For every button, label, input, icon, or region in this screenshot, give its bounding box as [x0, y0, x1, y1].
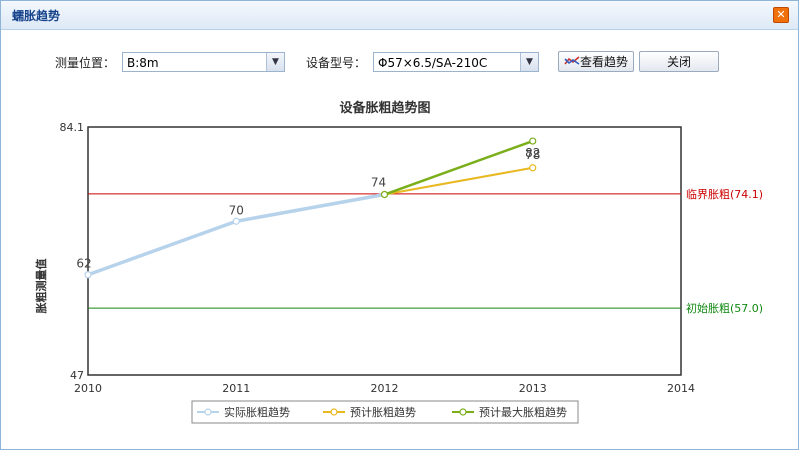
legend-point: [204, 408, 212, 416]
y-tick-label: 47: [70, 369, 84, 382]
y-tick-label: 84.1: [60, 121, 85, 134]
reference-line-label: 临界胀粗(74.1): [686, 187, 763, 201]
window-title: 蠕胀趋势: [12, 9, 61, 23]
trend-chart: 设备胀粗趋势图 胀粗测量值 84.1 472010 2011 2012 2013 2014…: [34, 100, 763, 424]
data-label: 74: [371, 176, 386, 190]
legend-items: 实际胀粗趋势 预计胀粗趋势 预计最大胀粗趋势: [197, 405, 567, 419]
trend-icon: [564, 56, 580, 65]
location-label: 测量位置：: [55, 56, 116, 70]
chevron-down-icon[interactable]: ▼: [520, 53, 538, 71]
close-icon[interactable]: ✕: [773, 7, 789, 23]
trend-dialog: 蠕胀趋势 ✕ 测量位置： B:8m ▼ 设备型号： Φ57×6.5/SA-210…: [0, 0, 799, 450]
data-label: 82: [525, 146, 540, 160]
legend-point: [459, 408, 467, 416]
x-tick-label: 2014: [667, 382, 695, 395]
legend-label: 预计胀粗趋势: [350, 406, 416, 419]
plot-area: [87, 126, 682, 376]
x-tick-label: 2010: [74, 382, 102, 395]
data-point: [529, 137, 537, 145]
view-trend-label: 查看趋势: [579, 55, 628, 69]
model-select[interactable]: Φ57×6.5/SA-210C ▼: [373, 52, 539, 72]
x-tick-label: 2012: [371, 382, 399, 395]
legend-label: 预计最大胀粗趋势: [479, 405, 567, 419]
close-button-label: 关闭: [666, 55, 691, 69]
x-tick-label: 2011: [222, 382, 250, 395]
data-point: [529, 164, 537, 172]
model-label: 设备型号：: [306, 56, 367, 70]
chart-title: 设备胀粗趋势图: [339, 100, 430, 116]
legend: 实际胀粗趋势 预计胀粗趋势 预计最大胀粗趋势: [191, 400, 579, 424]
title-bar[interactable]: 蠕胀趋势 ✕: [1, 1, 798, 30]
view-trend-button[interactable]: 查看趋势: [558, 51, 634, 72]
legend-point: [330, 408, 338, 416]
x-tick-label: 2013: [519, 382, 547, 395]
data-point: [232, 217, 240, 225]
data-point: [84, 271, 92, 279]
data-label: 70: [229, 203, 244, 217]
location-select[interactable]: B:8m ▼: [122, 52, 285, 72]
y-axis-label: 胀粗测量值: [34, 259, 48, 314]
reference-line-label: 初始胀粗(57.0): [686, 301, 763, 315]
chevron-down-icon[interactable]: ▼: [266, 53, 284, 71]
location-value: B:8m: [127, 56, 159, 70]
legend-label: 实际胀粗趋势: [224, 405, 290, 419]
data-label: 62: [76, 257, 91, 271]
data-point: [380, 190, 389, 199]
close-button[interactable]: 关闭: [639, 51, 719, 72]
model-value: Φ57×6.5/SA-210C: [378, 56, 488, 70]
